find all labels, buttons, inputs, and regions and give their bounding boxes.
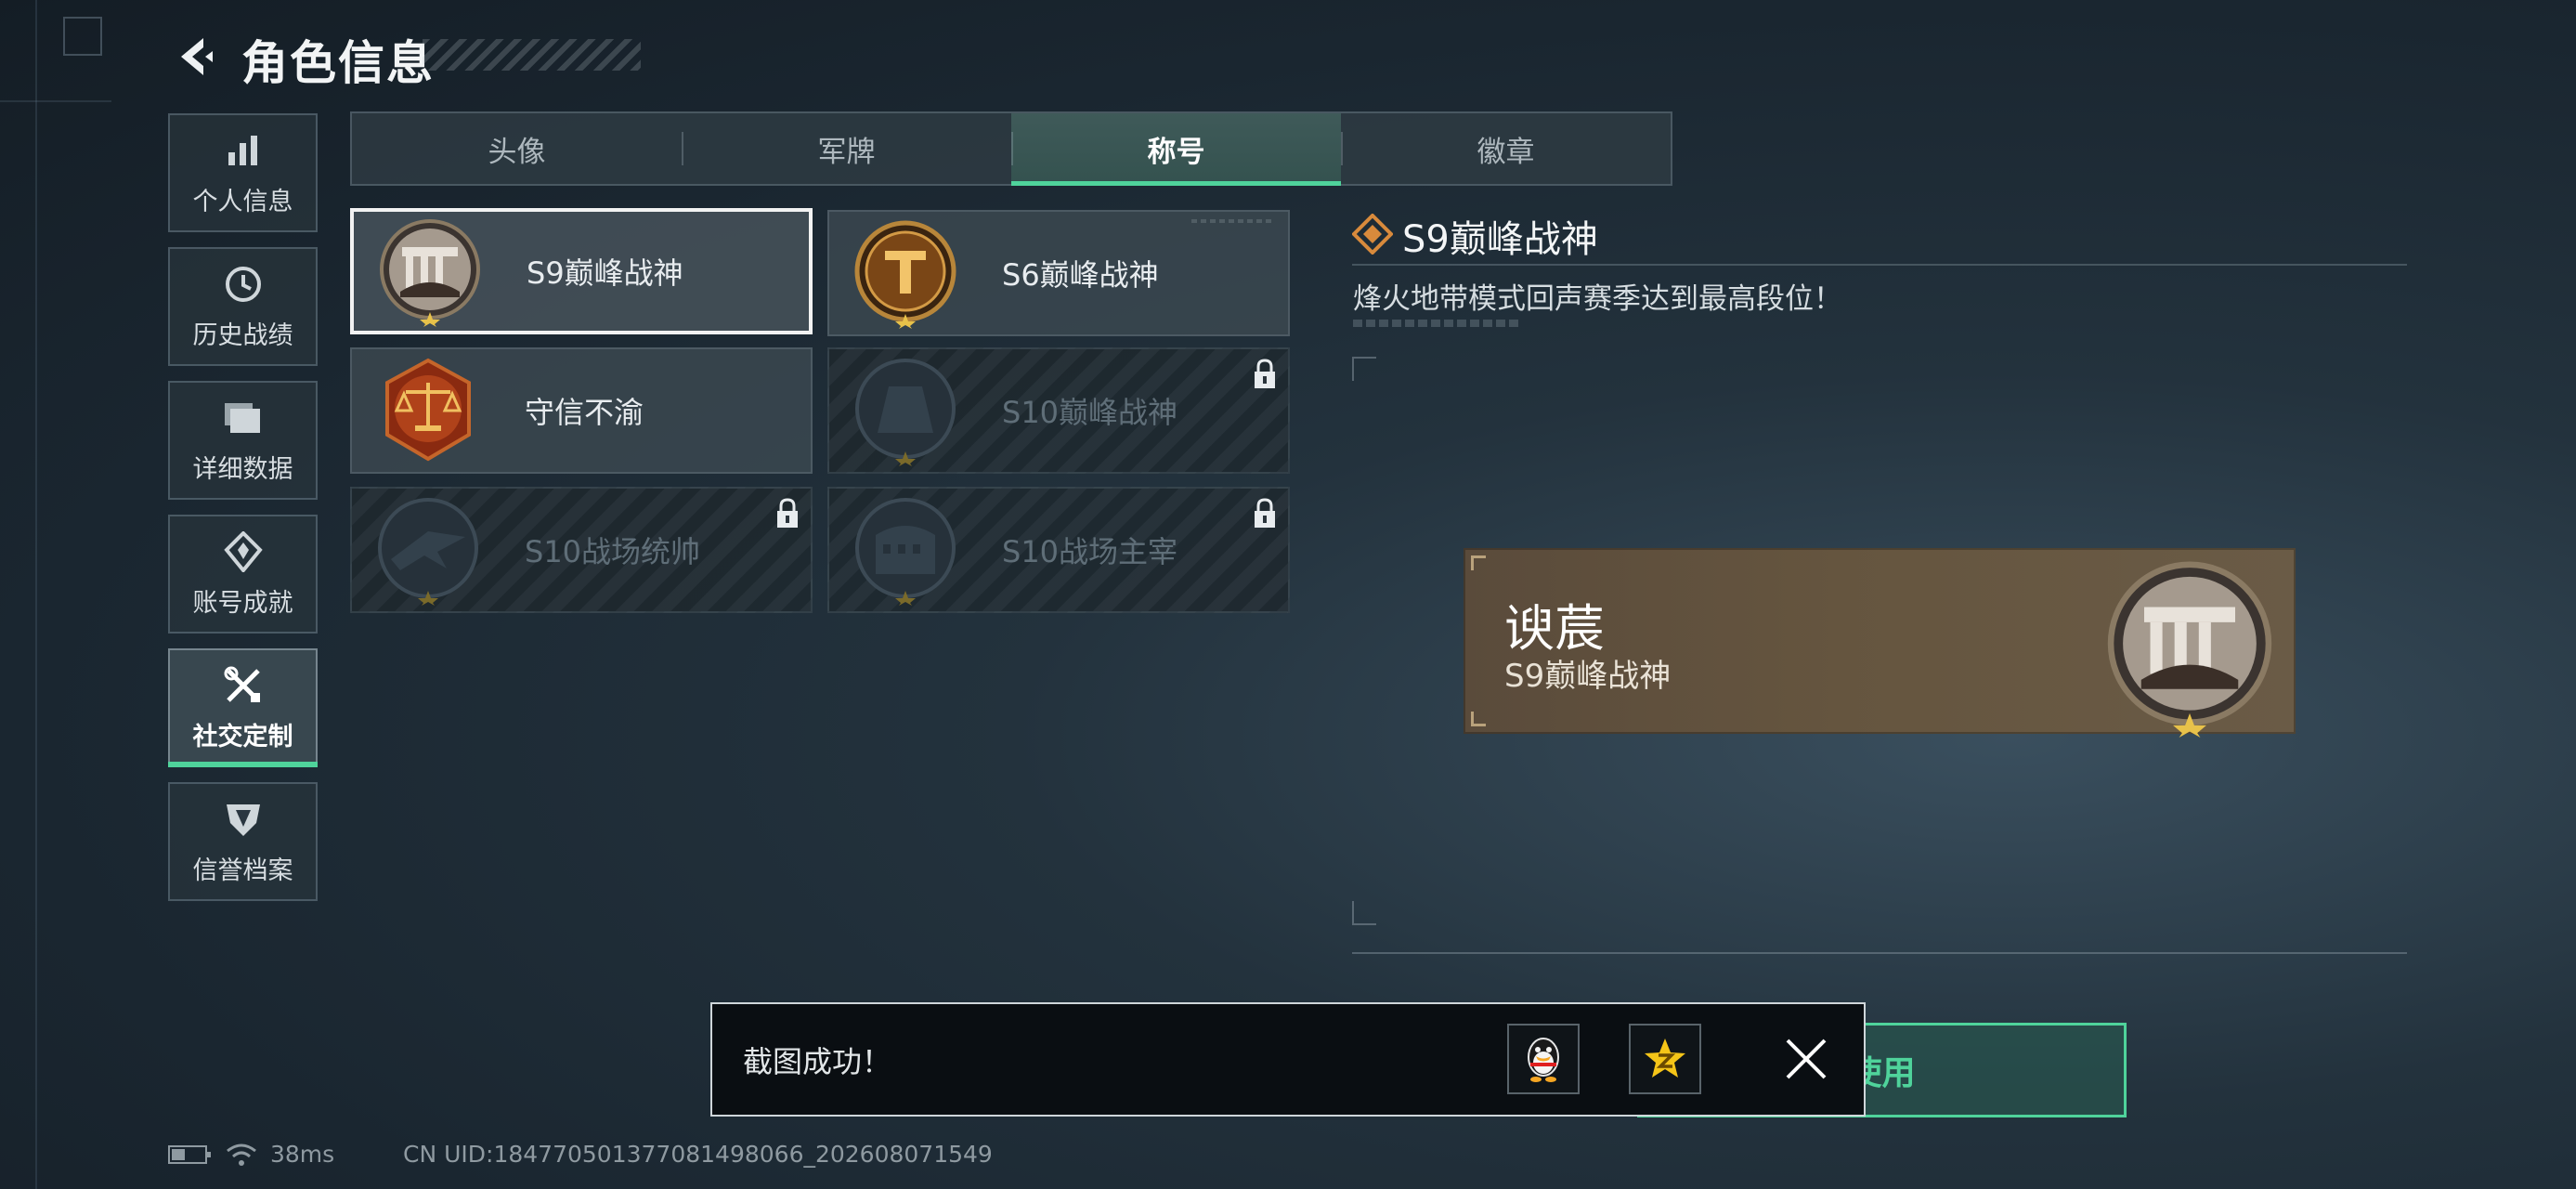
title-card-name: 守信不渝 — [525, 395, 644, 430]
sidebar-item-label: 账号成就 — [192, 588, 293, 618]
scales-badge-icon — [372, 355, 484, 466]
title-card-name: S10战场统帅 — [525, 534, 701, 569]
frame-corner — [1352, 901, 1376, 925]
ping-value: 38ms — [270, 1141, 335, 1168]
folder-icon — [222, 397, 265, 439]
sidebar-item-label: 详细数据 — [192, 454, 293, 484]
sidebar-item-detailed-data[interactable]: 详细数据 — [168, 381, 318, 500]
grid-line — [35, 0, 37, 1189]
achievement-icon — [222, 530, 265, 573]
s9-peak-badge-icon — [374, 216, 486, 327]
page-title: 角色信息 — [241, 36, 435, 90]
detail-description: 烽火地带模式回声赛季达到最高段位！ — [1353, 282, 1842, 316]
sidebar-item-personal-info[interactable]: 个人信息 — [168, 113, 318, 232]
history-clock-icon — [222, 263, 265, 306]
category-tabs: 头像 军牌 称号 徽章 — [350, 111, 1672, 186]
title-card-name: S10巅峰战神 — [1002, 395, 1178, 430]
tab-title[interactable]: 称号 — [1011, 113, 1341, 186]
corner-mark — [63, 17, 102, 56]
plate-corner — [1471, 712, 1486, 726]
title-card-s10-dominator[interactable]: S10战场主宰 — [827, 487, 1290, 613]
title-card-s9-peak[interactable]: S9巅峰战神 — [350, 208, 813, 334]
title-card-name: S9巅峰战神 — [527, 255, 683, 291]
detail-title: S9巅峰战神 — [1402, 218, 1598, 261]
close-icon[interactable] — [1778, 1031, 1834, 1087]
sidebar-item-reputation[interactable]: 信誉档案 — [168, 782, 318, 901]
reputation-shield-icon — [222, 798, 265, 841]
sidebar-item-social-custom[interactable]: 社交定制 — [168, 648, 318, 767]
qzone-icon — [1645, 1039, 1685, 1078]
s10-dominator-badge-icon — [850, 494, 961, 606]
tab-avatar[interactable]: 头像 — [352, 113, 682, 184]
wifi-icon — [227, 1143, 256, 1166]
preview-title: S9巅峰战神 — [1504, 658, 1672, 695]
tab-dogtag[interactable]: 军牌 — [682, 113, 1011, 184]
share-qzone-button[interactable] — [1629, 1024, 1701, 1094]
plate-corner — [1471, 555, 1486, 570]
s6-peak-badge-icon — [850, 217, 961, 329]
s10-peak-badge-icon — [850, 355, 961, 466]
s10-commander-badge-icon — [372, 494, 484, 606]
sidebar-item-history[interactable]: 历史战绩 — [168, 247, 318, 366]
sidebar-item-label: 历史战绩 — [192, 320, 293, 350]
lock-icon — [1255, 359, 1275, 388]
title-card-integrity[interactable]: 守信不渝 — [350, 347, 813, 474]
card-decoration — [1191, 219, 1275, 223]
s9-peak-badge-icon — [2107, 561, 2272, 738]
title-card-name: S6巅峰战神 — [1002, 257, 1159, 293]
status-bar: 38ms — [168, 1141, 334, 1168]
sidebar-item-label: 信誉档案 — [192, 856, 293, 885]
title-card-s10-commander[interactable]: S10战场统帅 — [350, 487, 813, 613]
uid-text: CN UID:18477050137708149806​6_2026080715… — [403, 1141, 993, 1168]
title-category-icon — [1352, 214, 1393, 255]
toast-message: 截图成功！ — [743, 1044, 892, 1079]
decoration — [1353, 320, 1520, 327]
lock-icon — [777, 498, 798, 528]
frame-corner — [1352, 357, 1376, 381]
title-card-name: S10战场主宰 — [1002, 534, 1178, 569]
tab-badge[interactable]: 徽章 — [1341, 113, 1671, 184]
title-decoration — [423, 39, 641, 71]
back-arrow-icon — [181, 38, 213, 75]
divider — [1352, 264, 2407, 266]
bar-chart-icon — [222, 129, 265, 172]
share-qq-button[interactable] — [1507, 1024, 1580, 1094]
divider — [1352, 952, 2407, 954]
back-button[interactable] — [163, 24, 228, 89]
lock-icon — [1255, 498, 1275, 528]
battery-icon — [168, 1144, 211, 1164]
sidebar-item-label: 社交定制 — [192, 722, 293, 751]
grid-line — [0, 100, 111, 102]
title-card-s10-peak[interactable]: S10巅峰战神 — [827, 347, 1290, 474]
sidebar-item-label: 个人信息 — [192, 187, 293, 216]
title-card-s6-peak[interactable]: S6巅峰战神 — [827, 210, 1290, 336]
tools-icon — [222, 664, 265, 707]
sidebar-item-achievements[interactable]: 账号成就 — [168, 515, 318, 634]
qq-icon — [1528, 1038, 1559, 1082]
